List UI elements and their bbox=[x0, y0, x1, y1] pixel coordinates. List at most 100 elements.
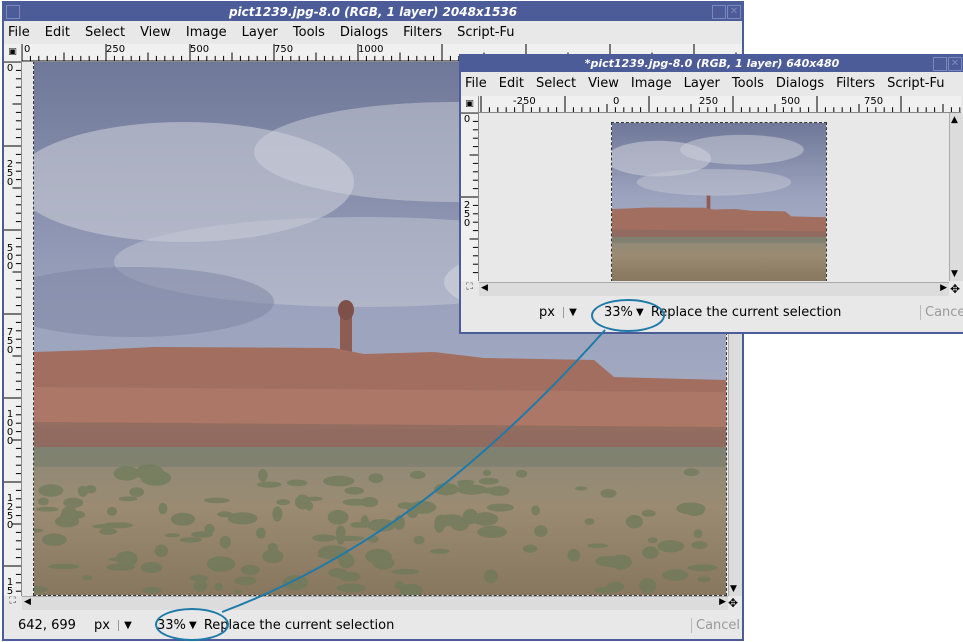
unit-selector[interactable]: px ▼ bbox=[94, 618, 137, 633]
sagebrush bbox=[262, 549, 284, 564]
sagebrush bbox=[272, 506, 283, 522]
landscape-photo-thumbnail[interactable] bbox=[611, 122, 827, 281]
sagebrush bbox=[394, 515, 405, 530]
sagebrush bbox=[204, 523, 215, 534]
secondary-window-title: *pict1239.jpg-8.0 (RGB, 1 layer) 640x480 bbox=[584, 57, 840, 70]
sagebrush bbox=[106, 506, 118, 516]
scroll-right-arrow-icon[interactable]: ▶ bbox=[719, 597, 726, 607]
menu-image[interactable]: Image bbox=[631, 76, 672, 91]
sagebrush bbox=[482, 469, 492, 476]
sagebrush bbox=[534, 525, 548, 537]
ruler-h-label: 1000 bbox=[358, 44, 384, 55]
dropdown-arrow-icon[interactable]: ▼ bbox=[117, 619, 137, 631]
horizontal-scrollbar[interactable]: ◀ ▶ bbox=[479, 282, 949, 296]
scroll-right-arrow-icon[interactable]: ▶ bbox=[940, 283, 947, 293]
menu-view[interactable]: View bbox=[140, 25, 171, 40]
sagebrush bbox=[647, 537, 658, 544]
ruler-v-label: 0 bbox=[6, 63, 14, 74]
ruler-corner-icon[interactable]: ▣ bbox=[4, 44, 22, 62]
scroll-up-arrow-icon[interactable]: ▲ bbox=[951, 115, 958, 125]
ruler-v-label: 1 0 0 0 bbox=[6, 409, 14, 447]
ruler-corner-icon[interactable]: ▣ bbox=[461, 96, 479, 113]
sagebrush bbox=[99, 528, 118, 535]
sagebrush bbox=[227, 512, 258, 525]
unit-selector[interactable]: px ▼ bbox=[539, 305, 582, 320]
close-icon[interactable]: ✕ bbox=[948, 57, 962, 71]
secondary-canvas[interactable] bbox=[479, 113, 949, 281]
vertical-ruler[interactable]: 0 2 5 0 bbox=[461, 113, 479, 281]
ruler-h-label: 500 bbox=[190, 44, 210, 55]
sagebrush bbox=[697, 576, 711, 583]
move-icon[interactable]: ✥ bbox=[728, 597, 738, 610]
menu-image[interactable]: Image bbox=[186, 25, 227, 40]
horizontal-scrollbar[interactable]: ◀ ▶ bbox=[22, 596, 728, 610]
menu-layer[interactable]: Layer bbox=[684, 76, 720, 91]
menu-script-fu[interactable]: Script-Fu bbox=[887, 76, 944, 91]
vertical-ruler[interactable]: 0 2 5 0 5 0 0 7 5 0 1 0 0 0 1 2 5 0 1 5 … bbox=[4, 62, 22, 596]
main-menubar: File Edit Select View Image Layer Tools … bbox=[4, 21, 742, 43]
move-icon[interactable]: ✥ bbox=[950, 283, 960, 296]
sagebrush bbox=[35, 506, 59, 512]
sagebrush bbox=[129, 487, 144, 497]
menu-dialogs[interactable]: Dialogs bbox=[776, 76, 824, 91]
sagebrush bbox=[691, 541, 708, 550]
sagebrush bbox=[158, 502, 168, 515]
menu-view[interactable]: View bbox=[588, 76, 619, 91]
sagebrush bbox=[118, 496, 138, 502]
main-statusbar: 642, 699 px ▼ 33% ▼ Replace the current … bbox=[4, 611, 742, 639]
close-icon[interactable]: ✕ bbox=[727, 5, 741, 19]
sagebrush bbox=[599, 556, 625, 568]
maximize-icon[interactable] bbox=[933, 57, 947, 71]
vertical-scrollbar[interactable]: ▲ ▼ bbox=[949, 113, 963, 281]
menu-select[interactable]: Select bbox=[536, 76, 576, 91]
menu-filters[interactable]: Filters bbox=[836, 76, 875, 91]
horizontal-ruler[interactable]: -250 0 250 500 750 bbox=[479, 96, 961, 113]
menu-dialogs[interactable]: Dialogs bbox=[340, 25, 388, 40]
dropdown-arrow-icon[interactable]: ▼ bbox=[562, 306, 582, 318]
sagebrush bbox=[233, 589, 242, 594]
scroll-down-arrow-icon[interactable]: ▼ bbox=[951, 269, 958, 279]
maximize-icon[interactable] bbox=[712, 5, 726, 19]
scroll-left-arrow-icon[interactable]: ◀ bbox=[24, 597, 31, 607]
sagebrush bbox=[567, 548, 581, 562]
sagebrush bbox=[687, 564, 718, 572]
sagebrush bbox=[391, 568, 420, 575]
ruler-h-label: 0 bbox=[24, 44, 31, 55]
sagebrush bbox=[77, 485, 88, 497]
cancel-button[interactable]: Cance bbox=[920, 304, 963, 320]
main-window-titlebar[interactable]: pict1239.jpg-8.0 (RGB, 1 layer) 2048x153… bbox=[4, 3, 742, 21]
menu-edit[interactable]: Edit bbox=[45, 25, 70, 40]
sagebrush bbox=[38, 484, 64, 497]
scroll-left-arrow-icon[interactable]: ◀ bbox=[481, 283, 488, 293]
menu-script-fu[interactable]: Script-Fu bbox=[457, 25, 514, 40]
menu-file[interactable]: File bbox=[465, 76, 487, 91]
secondary-menubar: File Edit Select View Image Layer Tools … bbox=[461, 72, 963, 94]
ruler-h-label: 0 bbox=[613, 96, 620, 107]
sagebrush bbox=[413, 535, 425, 545]
nav-corner-icon[interactable]: ⛶ bbox=[461, 282, 478, 296]
menu-tools[interactable]: Tools bbox=[732, 76, 764, 91]
secondary-window-titlebar[interactable]: *pict1239.jpg-8.0 (RGB, 1 layer) 640x480… bbox=[461, 56, 963, 72]
menu-layer[interactable]: Layer bbox=[242, 25, 278, 40]
cancel-button[interactable]: Cancel bbox=[691, 617, 742, 633]
window-menu-icon[interactable] bbox=[6, 5, 20, 19]
zoom-callout-ellipse-large bbox=[155, 608, 229, 641]
sagebrush bbox=[135, 464, 164, 481]
sagebrush bbox=[61, 506, 78, 523]
menu-file[interactable]: File bbox=[8, 25, 30, 40]
sagebrush bbox=[587, 543, 609, 548]
sagebrush bbox=[203, 497, 230, 504]
scroll-down-arrow-icon[interactable]: ▼ bbox=[730, 584, 737, 594]
menu-filters[interactable]: Filters bbox=[403, 25, 442, 40]
sagebrush bbox=[140, 562, 163, 573]
ruler-h-label: -250 bbox=[513, 96, 536, 107]
menu-edit[interactable]: Edit bbox=[499, 76, 524, 91]
nav-corner-icon[interactable]: ⛶ bbox=[4, 596, 21, 610]
sagebrush bbox=[336, 573, 355, 579]
sagebrush bbox=[434, 483, 459, 496]
menu-tools[interactable]: Tools bbox=[293, 25, 325, 40]
sagebrush bbox=[63, 497, 84, 508]
sagebrush bbox=[350, 522, 368, 528]
menu-select[interactable]: Select bbox=[85, 25, 125, 40]
sagebrush bbox=[515, 469, 528, 478]
